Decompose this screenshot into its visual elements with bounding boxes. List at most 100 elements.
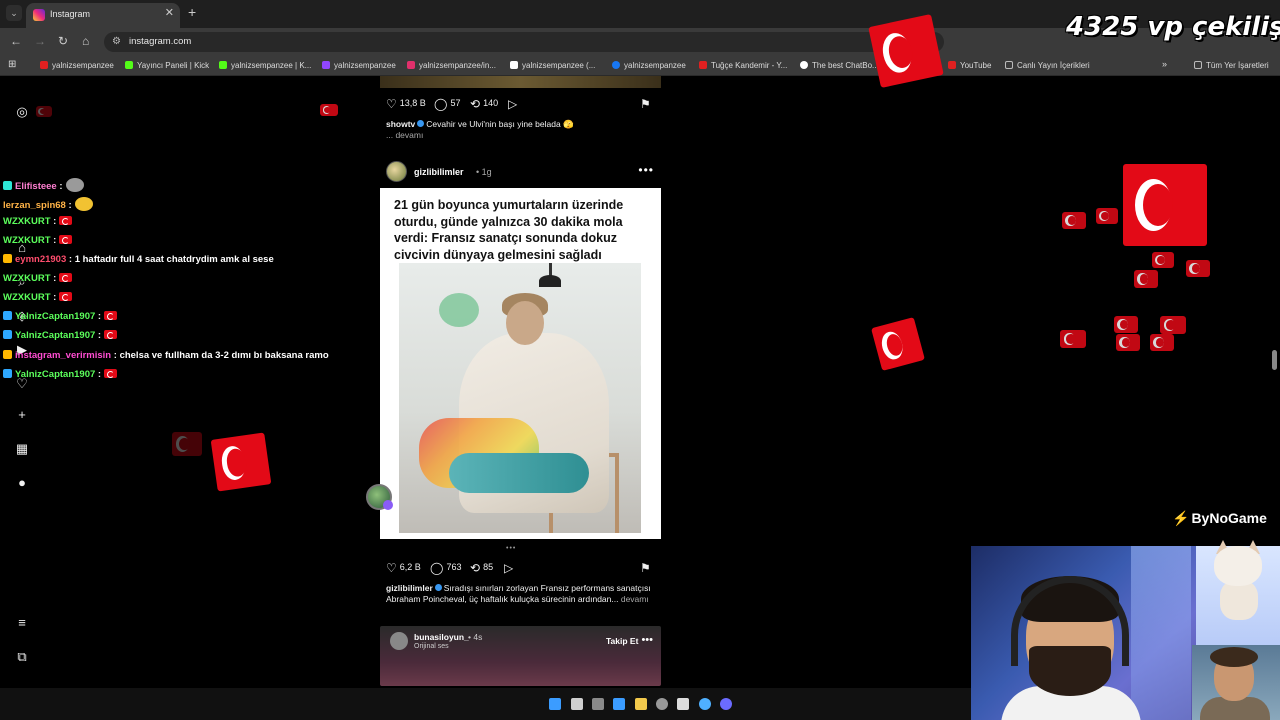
new-tab-button[interactable]: +: [188, 4, 196, 20]
address-bar[interactable]: ⚙ instagram.com: [104, 32, 944, 52]
bookmark-item[interactable]: yalnizsempanzee/in...: [407, 61, 496, 70]
bookmark-item[interactable]: The best ChatBo...: [800, 61, 879, 70]
author-name[interactable]: gizlibilimler: [414, 167, 464, 177]
bookmark-item[interactable]: yalnizsempanzee | K...: [219, 61, 311, 70]
chat-username: WZXKURT: [3, 273, 51, 284]
create-plus-icon[interactable]: +: [14, 407, 30, 423]
bookmarks-bar: ⊞ yalnizsempanzee Yayıncı Paneli | Kick …: [0, 56, 1280, 76]
bookmark-item[interactable]: yalnizsempanzee (...: [510, 61, 595, 70]
author-name[interactable]: bunasiloyun_: [414, 632, 469, 642]
turkish-flag-icon: [1152, 252, 1174, 268]
repost-icon: ⟲: [470, 561, 481, 575]
bookmark-item[interactable]: YouTube: [948, 61, 991, 70]
chat-separator: :: [68, 200, 72, 211]
chat-message: YalnizCaptan1907 :: [3, 311, 118, 322]
caption-more-link[interactable]: devamı: [621, 594, 649, 604]
cat-body: [1220, 580, 1258, 620]
post-media[interactable]: 21 gün boyunca yumurtaların üzerinde otu…: [380, 188, 661, 539]
heart-icon: ♡: [386, 97, 397, 111]
bookmark-folder[interactable]: Canlı Yayın İçerikleri: [1005, 61, 1090, 70]
task-view-icon[interactable]: [571, 698, 583, 710]
turkish-flag-emote-icon: [59, 273, 73, 282]
file-explorer-icon[interactable]: [635, 698, 647, 710]
post-time: • 4s: [468, 632, 483, 642]
audio-label[interactable]: Orijinal ses: [414, 643, 449, 650]
like-count: 13,8 B: [399, 98, 426, 108]
apps-icon[interactable]: ⧉: [14, 649, 30, 665]
back-arrow-icon[interactable]: ←: [10, 34, 22, 48]
author-avatar[interactable]: [386, 161, 407, 182]
repost-count: 85: [483, 562, 494, 572]
chat-message: eymn21903 : 1 haftadır full 4 saat chatd…: [3, 254, 274, 265]
bookmark-item[interactable]: Tuğçe Kandemir - Y...: [699, 61, 787, 70]
like-button[interactable]: ♡ 13,8 B: [386, 97, 426, 111]
discord-icon[interactable]: [720, 698, 732, 710]
repost-button[interactable]: ⟲ 140: [470, 97, 498, 111]
chat-badge-icon: [3, 311, 12, 320]
widgets-icon[interactable]: [592, 698, 604, 710]
tab-close-icon[interactable]: ✕: [165, 6, 174, 19]
all-bookmarks-folder[interactable]: Tüm Yer İşaretleri: [1194, 61, 1269, 70]
chat-message: YalnizCaptan1907 :: [3, 369, 118, 380]
home-icon[interactable]: ⌂: [82, 34, 89, 48]
bookmark-item[interactable]: yalnizsempanzee: [612, 61, 686, 70]
reel-preview[interactable]: bunasiloyun_ • 4s Orijinal ses Takip Et …: [380, 626, 661, 686]
twitch-icon: [322, 61, 330, 69]
instagram-logo-icon[interactable]: ◎: [14, 104, 30, 120]
bookmark-item[interactable]: Yayıncı Paneli | Kick: [125, 61, 209, 70]
kick-icon: [219, 61, 227, 69]
turkish-flag-icon: [1123, 164, 1207, 246]
carousel-next-icon[interactable]: [640, 356, 654, 370]
caption-author[interactable]: showtv: [386, 119, 415, 129]
chat-username: YalnizCaptan1907: [15, 330, 96, 341]
folder-icon: [1194, 61, 1202, 69]
person-head: [506, 301, 544, 345]
chat-username: WZXKURT: [3, 235, 51, 246]
post-actions-bar: ♡ 13,8 B ◯ 57 ⟲ 140 ▷ ⚑: [386, 96, 660, 112]
avatar-badge-icon: [383, 500, 393, 510]
chat-separator: :: [97, 330, 102, 341]
store-icon[interactable]: [613, 698, 625, 710]
tab-search-button[interactable]: ⌄: [6, 5, 22, 21]
author-avatar[interactable]: [390, 632, 408, 650]
reload-icon[interactable]: ↻: [58, 34, 68, 48]
turkish-flag-icon: [1186, 260, 1210, 277]
follow-button[interactable]: Takip Et: [606, 636, 638, 646]
caption-more-link[interactable]: ... devamı: [386, 130, 423, 140]
forward-arrow-icon[interactable]: →: [34, 34, 46, 48]
comment-icon: ◯: [434, 97, 448, 111]
floating-avatar[interactable]: [366, 484, 393, 510]
background-light: [1131, 546, 1191, 720]
steam-icon[interactable]: [677, 698, 689, 710]
save-button[interactable]: ⚑: [640, 561, 654, 575]
repost-button[interactable]: ⟲ 85: [470, 561, 493, 575]
comment-button[interactable]: ◯ 57: [434, 97, 460, 111]
comment-icon: ◯: [430, 561, 444, 575]
start-menu-icon[interactable]: [549, 698, 561, 710]
profile-avatar-icon[interactable]: ●: [14, 475, 30, 491]
chat-separator: :: [53, 235, 57, 246]
caption-author[interactable]: gizlibilimler: [386, 583, 433, 593]
site-info-icon[interactable]: ⚙: [112, 36, 121, 47]
bookmark-item[interactable]: yalnizsempanzee: [40, 61, 114, 70]
more-options-icon[interactable]: •••: [641, 634, 653, 646]
save-button[interactable]: ⚑: [640, 97, 654, 111]
turkish-flag-icon: [172, 432, 202, 456]
page-scrollbar[interactable]: [1272, 350, 1277, 370]
comment-button[interactable]: ◯ 763: [430, 561, 461, 575]
more-bookmarks-icon[interactable]: »: [1162, 59, 1167, 69]
dashboard-icon[interactable]: ▦: [14, 441, 30, 457]
menu-icon[interactable]: ≡: [14, 615, 30, 631]
like-button[interactable]: ♡ 6,2 B: [386, 561, 421, 575]
chat-separator: :: [59, 181, 63, 192]
apps-grid-icon[interactable]: ⊞: [8, 59, 16, 70]
chat-username: eymn21903: [15, 254, 67, 265]
like-count: 6,2 B: [399, 562, 421, 572]
share-button[interactable]: ▷: [508, 97, 520, 111]
chrome-icon[interactable]: [699, 698, 711, 710]
bookmark-item[interactable]: yalnizsempanzee: [322, 61, 396, 70]
tab-instagram[interactable]: Instagram ✕: [26, 3, 180, 28]
share-button[interactable]: ▷: [504, 561, 516, 575]
settings-icon[interactable]: [656, 698, 668, 710]
more-options-icon[interactable]: •••: [638, 163, 654, 177]
